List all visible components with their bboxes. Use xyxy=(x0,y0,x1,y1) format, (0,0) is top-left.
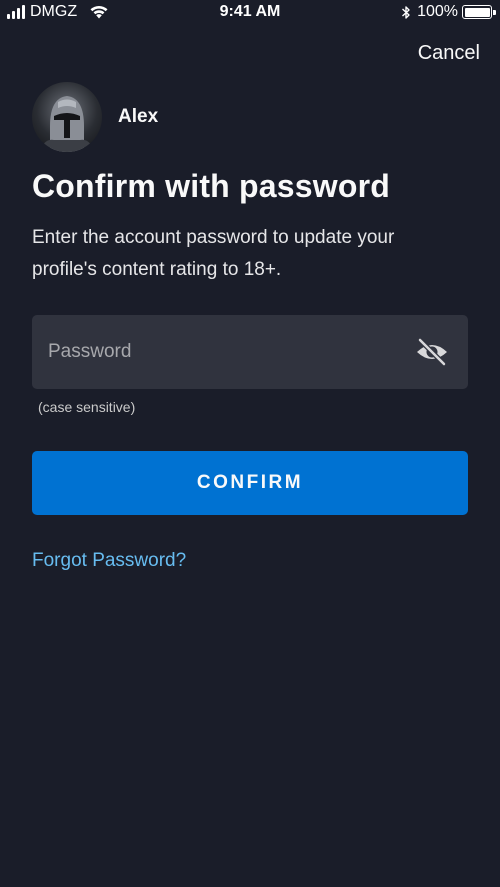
status-bar-right: 100% xyxy=(401,3,496,21)
bluetooth-icon xyxy=(402,5,410,19)
profile-name: Alex xyxy=(118,106,159,127)
page-description: Enter the account password to update you… xyxy=(32,227,395,280)
battery-fill xyxy=(464,7,490,17)
password-hint: (case sensitive) xyxy=(38,399,136,415)
password-input[interactable] xyxy=(32,315,412,389)
page-title: Confirm with password xyxy=(32,168,390,204)
avatar xyxy=(32,82,102,152)
battery-percentage: 100% xyxy=(417,3,458,20)
show-password-toggle[interactable] xyxy=(414,337,450,367)
eye-slash-icon xyxy=(417,338,447,366)
confirm-button[interactable]: CONFIRM xyxy=(32,451,468,515)
status-bar: DMGZ 9:41 AM 100% xyxy=(0,0,500,24)
password-field xyxy=(32,315,468,389)
battery-icon xyxy=(462,5,496,19)
battery-tip xyxy=(493,9,496,15)
cancel-button[interactable]: Cancel xyxy=(418,42,480,65)
profile-header: Alex xyxy=(32,82,158,152)
forgot-password-link[interactable]: Forgot Password? xyxy=(32,550,186,572)
screen: DMGZ 9:41 AM 100% Cancel Alex Confirm wi… xyxy=(0,0,500,887)
helmet-avatar-image xyxy=(40,96,94,152)
